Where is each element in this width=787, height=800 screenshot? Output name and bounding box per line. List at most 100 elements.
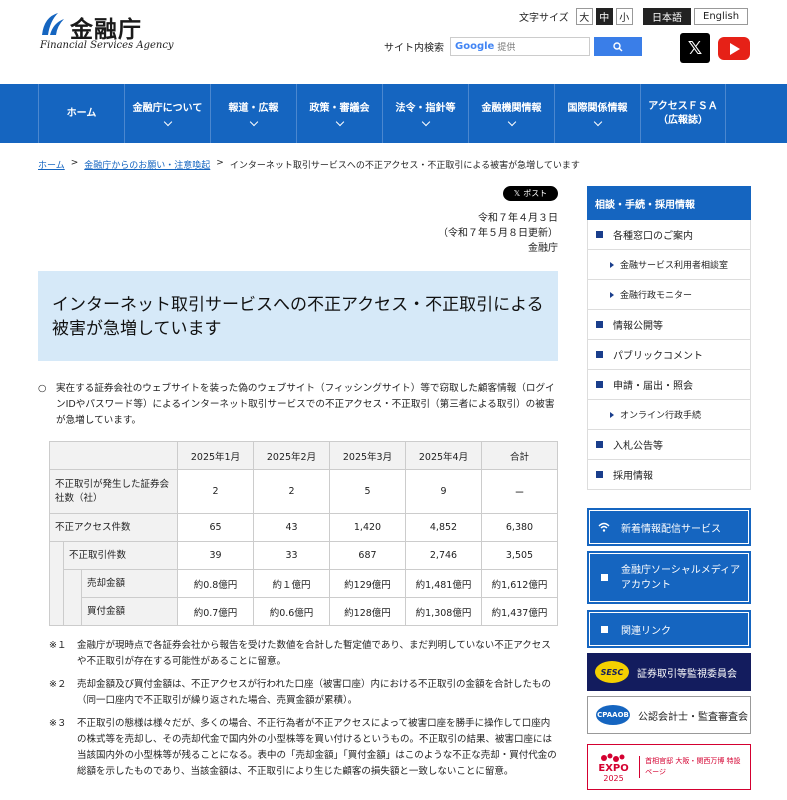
table-header-cell: 合計 <box>481 441 558 470</box>
table-cell: 687 <box>329 541 406 570</box>
cpaaob-banner[interactable]: CPAAOB 公認会計士・監査審査会 <box>587 696 751 734</box>
table-cell: 約0.8億円 <box>177 569 254 598</box>
table-header-cell: 2025年2月 <box>253 441 330 470</box>
sidebar-item-label: パブリックコメント <box>613 351 703 362</box>
expo-logo-icon: EXPO 2025 <box>594 750 633 784</box>
table-cell: 約1,612億円 <box>481 569 558 598</box>
table-header-cell: 2025年1月 <box>177 441 254 470</box>
nav-item-3[interactable]: 政策・審議会 <box>296 84 382 143</box>
rss-service-button[interactable]: 新着情報配信サービス <box>587 508 751 546</box>
sesc-label: 証券取引等監視委員会 <box>637 668 737 680</box>
nav-item-2[interactable]: 報道・広報 <box>210 84 296 143</box>
square-bullet-icon <box>596 231 603 238</box>
lang-english-button[interactable]: English <box>694 8 749 25</box>
google-brand: Google <box>455 41 495 52</box>
chevron-down-icon <box>163 118 172 127</box>
nav-item-1[interactable]: 金融庁について <box>124 84 210 143</box>
sidebar-item[interactable]: 情報公開等 <box>588 310 750 340</box>
sidebar-item[interactable]: 申請・届出・照会 <box>588 370 750 400</box>
row-label: 不正取引が発生した証券会社数（社） <box>49 469 178 514</box>
square-bullet-icon <box>596 381 603 388</box>
sidebar-item-label: 各種窓口のご案内 <box>613 231 693 242</box>
breadcrumb-parent-link[interactable]: 金融庁からのお願い・注意喚起 <box>84 158 210 171</box>
square-bullet-icon <box>596 441 603 448</box>
sidebar-item[interactable]: 各種窓口のご案内 <box>588 220 750 250</box>
sidebar-heading: 相談・手続・採用情報 <box>587 186 751 220</box>
font-size-medium-button[interactable]: 中 <box>595 8 613 25</box>
nav-item-5[interactable]: 金融機関情報 <box>468 84 554 143</box>
search-input[interactable]: Google 提供 <box>450 37 590 56</box>
row-label: 売却金額 <box>81 569 178 598</box>
note-item: ※２ 売却金額及び買付金額は、不正アクセスが行われた口座（被害口座）内における不… <box>49 677 558 709</box>
note-mark: ※１ <box>49 640 67 651</box>
logo-text-jp: 金融庁 <box>70 17 142 43</box>
search-button[interactable] <box>594 37 642 56</box>
square-bullet-icon <box>596 321 603 328</box>
indent-cell <box>63 597 82 626</box>
table-cell: 約129億円 <box>329 569 406 598</box>
sidebar-subitem[interactable]: オンライン行政手続 <box>588 400 750 430</box>
related-links-button[interactable]: 関連リンク <box>587 610 751 648</box>
table-cell: 2 <box>253 469 330 514</box>
sesc-banner[interactable]: SESC 証券取引等監視委員会 <box>587 653 751 691</box>
table-notes: ※１ 金融庁が現時点で各証券会社から報告を受けた数値を合計した暫定値であり、まだ… <box>49 638 558 787</box>
chevron-down-icon <box>249 118 258 127</box>
square-bullet-icon <box>596 351 603 358</box>
x-twitter-icon[interactable]: 𝕏 <box>680 33 710 63</box>
square-bullet-icon <box>596 471 603 478</box>
note-text: 売却金額及び買付金額は、不正アクセスが行われた口座（被害口座）内における不正取引… <box>77 679 552 706</box>
table-cell: 1,420 <box>329 513 406 542</box>
breadcrumb-home-link[interactable]: ホーム <box>38 158 65 171</box>
table-cell: 5 <box>329 469 406 514</box>
table-cell: 約1,437億円 <box>481 597 558 626</box>
nav-item-4[interactable]: 法令・指針等 <box>382 84 468 143</box>
font-size-large-button[interactable]: 大 <box>575 8 593 25</box>
page-title-box: インターネット取引サービスへの不正アクセス・不正取引による被害が急増しています <box>38 271 558 361</box>
youtube-icon[interactable] <box>718 37 750 60</box>
nav-item-label: 金融機関情報 <box>481 102 542 114</box>
sidebar-item-label: 申請・届出・照会 <box>613 381 693 392</box>
breadcrumb-separator: > <box>216 158 224 168</box>
cpaaob-label: 公認会計士・監査審査会 <box>638 711 748 723</box>
sidebar-item[interactable]: パブリックコメント <box>588 340 750 370</box>
note-item: ※１ 金融庁が現時点で各証券会社から報告を受けた数値を合計した暫定値であり、まだ… <box>49 638 558 670</box>
fsa-logo[interactable]: 金融庁 Financial Services Agency <box>40 10 174 52</box>
nav-item-0[interactable]: ホーム <box>38 84 124 143</box>
note-item: ※３ 不正取引の態様は様々だが、多くの場合、不正行為者が不正アクセスによって被害… <box>49 716 558 780</box>
table-cell: 約128億円 <box>329 597 406 626</box>
note-mark: ※２ <box>49 679 67 690</box>
social-label: 金融庁ソーシャルメディアアカウント <box>621 564 741 591</box>
note-mark: ※３ <box>49 718 67 729</box>
sidebar-item-label: 情報公開等 <box>613 321 663 332</box>
table-cell: 39 <box>177 541 254 570</box>
sidebar-item-label: 採用情報 <box>613 471 653 482</box>
nav-item-6[interactable]: 国際関係情報 <box>554 84 640 143</box>
sidebar-item[interactable]: 入札公告等 <box>588 430 750 460</box>
font-size-label: 文字サイズ <box>519 13 569 24</box>
search-icon <box>613 41 623 51</box>
language-selector: 日本語 English <box>643 8 749 25</box>
publish-date: 令和７年４月３日 <box>478 213 558 224</box>
table-header-row: 2025年1月 2025年2月 2025年3月 2025年4月 合計 <box>49 441 558 470</box>
chevron-down-icon <box>507 118 516 127</box>
chevron-down-icon <box>335 118 344 127</box>
lang-japanese-button[interactable]: 日本語 <box>643 8 691 25</box>
triangle-bullet-icon <box>610 291 614 298</box>
page-title: インターネット取引サービスへの不正アクセス・不正取引による被害が急増しています <box>52 295 544 339</box>
damage-statistics-table: 2025年1月 2025年2月 2025年3月 2025年4月 合計 不正取引が… <box>49 441 558 626</box>
table-cell: 約0.7億円 <box>177 597 254 626</box>
font-size-small-button[interactable]: 小 <box>615 8 633 25</box>
rss-label: 新着情報配信サービス <box>621 523 721 535</box>
indent-cell <box>49 541 64 570</box>
triangle-bullet-icon <box>610 261 614 268</box>
social-media-button[interactable]: 金融庁ソーシャルメディアアカウント <box>587 551 751 604</box>
expo2025-banner[interactable]: EXPO 2025 首相官邸 大阪・関西万博 特設ページ <box>587 744 751 790</box>
table-row: 不正取引件数 39 33 687 2,746 3,505 <box>49 541 558 570</box>
nav-item-7[interactable]: アクセスＦＳＡ （広報誌） <box>640 84 726 143</box>
x-post-button[interactable]: 𝕏 ポスト <box>503 186 558 201</box>
table-row: 不正アクセス件数 65 43 1,420 4,852 6,380 <box>49 513 558 542</box>
sidebar-item[interactable]: 採用情報 <box>588 460 750 490</box>
sidebar-subitem[interactable]: 金融行政モニター <box>588 280 750 310</box>
sidebar-subitem[interactable]: 金融サービス利用者相談室 <box>588 250 750 280</box>
table-cell: 33 <box>253 541 330 570</box>
